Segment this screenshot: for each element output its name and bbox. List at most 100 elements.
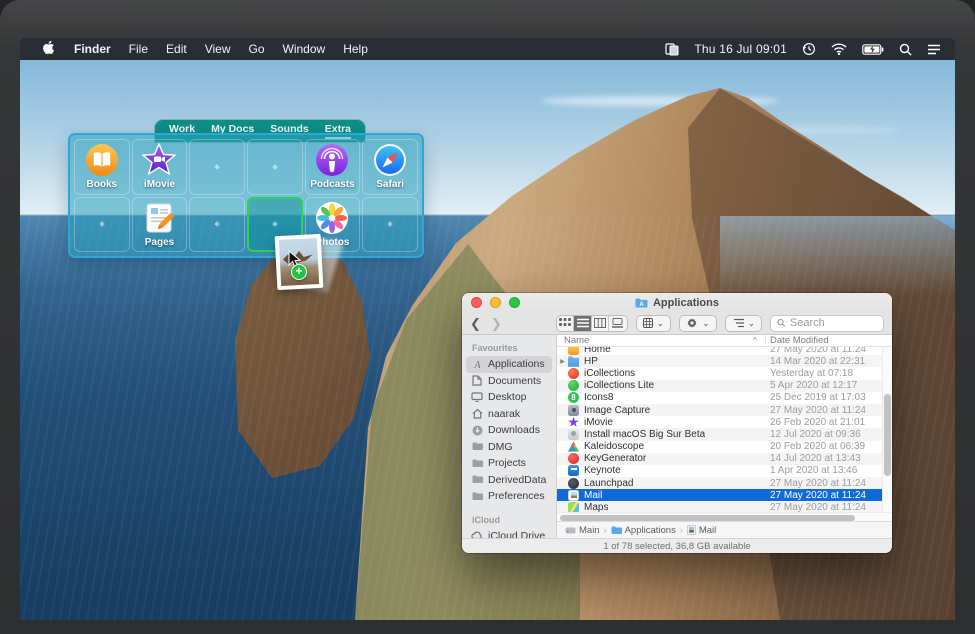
sort-ascending-indicator: ^ [753, 336, 757, 345]
icollections-icon [568, 368, 579, 379]
safari-icon [373, 143, 407, 177]
launchpad-icon [568, 478, 579, 489]
sidebar-item-naarak[interactable]: naarak [466, 406, 552, 423]
menu-bar: Finder File Edit View Go Window Help Thu… [20, 38, 955, 60]
sidebar-item-projects[interactable]: Projects [466, 455, 552, 472]
close-button[interactable] [471, 297, 482, 308]
table-row[interactable]: Launchpad27 May 2020 at 11:24 [557, 477, 892, 489]
path-segment-mail[interactable]: Mail [687, 525, 716, 536]
image-capture-icon [568, 405, 579, 416]
sidebar-item-dmg[interactable]: DMG [466, 439, 552, 456]
chevron-down-icon: ⌄ [702, 318, 710, 329]
search-field[interactable] [770, 315, 884, 332]
app-cell-books[interactable]: Books [74, 139, 130, 195]
sidebar-label: Downloads [488, 424, 540, 436]
menu-item-help[interactable]: Help [334, 42, 377, 56]
empty-cell[interactable] [74, 197, 130, 253]
table-row[interactable]: iCollections Lite5 Apr 2020 at 12:17 [557, 380, 892, 392]
window-title: Applications [653, 297, 719, 309]
notification-center-icon[interactable] [927, 44, 941, 55]
disclosure-triangle[interactable]: ▶ [557, 358, 568, 365]
table-row[interactable]: Image Capture27 May 2020 at 11:24 [557, 404, 892, 416]
column-divider[interactable] [765, 336, 766, 345]
app-label: Podcasts [310, 179, 354, 190]
sidebar-item-preferences[interactable]: Preferences [466, 488, 552, 505]
table-row[interactable]: Keynote1 Apr 2020 at 13:46 [557, 465, 892, 477]
battery-charging-icon[interactable] [862, 44, 884, 55]
finder-window: A Applications ❮ ❯ ⌄ ⌄ ⌄ [462, 293, 892, 553]
menu-item-window[interactable]: Window [274, 42, 335, 56]
pages-icon [142, 201, 176, 235]
column-header-name[interactable]: Name [557, 335, 589, 346]
spotlight-icon[interactable] [899, 43, 912, 56]
minimize-button[interactable] [490, 297, 501, 308]
sidebar-item-applications[interactable]: AApplications [466, 356, 552, 373]
sidebar-label: DMG [488, 441, 513, 453]
table-row[interactable]: iMovie26 Feb 2020 at 21:01 [557, 416, 892, 428]
sidebar-item-documents[interactable]: Documents [466, 373, 552, 390]
back-button[interactable]: ❮ [470, 317, 481, 330]
app-cell-podcasts[interactable]: Podcasts [305, 139, 361, 195]
sidebar-label: Projects [488, 457, 526, 469]
forward-button[interactable]: ❯ [491, 317, 502, 330]
vertical-scrollbar-track[interactable] [882, 347, 892, 512]
horizontal-scrollbar-thumb[interactable] [560, 515, 855, 521]
empty-cell[interactable] [247, 139, 303, 195]
table-row[interactable]: Home27 May 2020 at 11:24 [557, 347, 892, 355]
horizontal-scrollbar-track[interactable] [557, 512, 892, 521]
column-header-date-modified[interactable]: Date Modified [770, 335, 829, 346]
time-machine-icon[interactable] [802, 42, 816, 56]
app-cell-pages[interactable]: Pages [132, 197, 188, 253]
keygenerator-icon [568, 453, 579, 464]
path-segment-applications[interactable]: Applications [611, 525, 676, 536]
table-row-selected[interactable]: Mail27 May 2020 at 11:24 [557, 489, 892, 501]
search-input[interactable] [790, 317, 877, 329]
table-row[interactable]: Install macOS Big Sur Beta12 Jul 2020 at… [557, 428, 892, 440]
table-row[interactable]: Kaleidoscope20 Feb 2020 at 06:39 [557, 441, 892, 453]
menu-item-edit[interactable]: Edit [157, 42, 196, 56]
svg-text:A: A [639, 302, 644, 308]
table-row[interactable]: ▶HP14 Mar 2020 at 22:31 [557, 355, 892, 367]
wifi-icon[interactable] [831, 43, 847, 55]
search-icon [777, 318, 786, 328]
vertical-scrollbar-thumb[interactable] [884, 394, 891, 476]
gallery-view-button[interactable] [609, 316, 626, 331]
menu-extra-icon[interactable] [665, 43, 679, 56]
home-app-icon [568, 347, 579, 355]
path-separator: › [604, 525, 607, 535]
sidebar-item-desktop[interactable]: Desktop [466, 389, 552, 406]
list-view-button[interactable] [574, 316, 591, 331]
column-view-button[interactable] [592, 316, 609, 331]
icons8-icon: 8 [568, 392, 579, 403]
zoom-button[interactable] [509, 297, 520, 308]
menu-item-finder[interactable]: Finder [65, 42, 120, 56]
action-button[interactable]: ⌄ [679, 315, 717, 332]
empty-cell[interactable] [189, 197, 245, 253]
sidebar-label: Desktop [488, 391, 527, 403]
table-row[interactable]: 8Icons825 Dec 2019 at 17:03 [557, 392, 892, 404]
empty-cell[interactable] [189, 139, 245, 195]
app-label: Pages [145, 237, 174, 248]
icollections-lite-icon [568, 380, 579, 391]
table-row[interactable]: iCollectionsYesterday at 07:18 [557, 367, 892, 379]
sort-button[interactable]: ⌄ [725, 315, 763, 332]
mail-stamp-icon [687, 525, 696, 535]
table-row[interactable]: Maps27 May 2020 at 11:24 [557, 501, 892, 512]
title-bar[interactable]: A Applications [462, 293, 892, 312]
menu-item-file[interactable]: File [120, 42, 157, 56]
menu-clock[interactable]: Thu 16 Jul 09:01 [694, 42, 787, 56]
icon-view-button[interactable] [557, 316, 574, 331]
sidebar-item-deriveddata[interactable]: DerivedData [466, 472, 552, 489]
menu-item-go[interactable]: Go [240, 42, 274, 56]
apple-menu[interactable] [34, 40, 65, 58]
group-button[interactable]: ⌄ [636, 315, 672, 332]
app-cell-safari[interactable]: Safari [362, 139, 418, 195]
app-cell-imovie[interactable]: iMovie [132, 139, 188, 195]
table-row[interactable]: KeyGenerator14 Jul 2020 at 13:43 [557, 453, 892, 465]
sidebar-item-downloads[interactable]: Downloads [466, 422, 552, 439]
path-segment-main[interactable]: Main [565, 525, 600, 536]
folder-icon [471, 442, 483, 451]
empty-cell[interactable] [362, 197, 418, 253]
sidebar-label: naarak [488, 408, 520, 420]
menu-item-view[interactable]: View [196, 42, 240, 56]
